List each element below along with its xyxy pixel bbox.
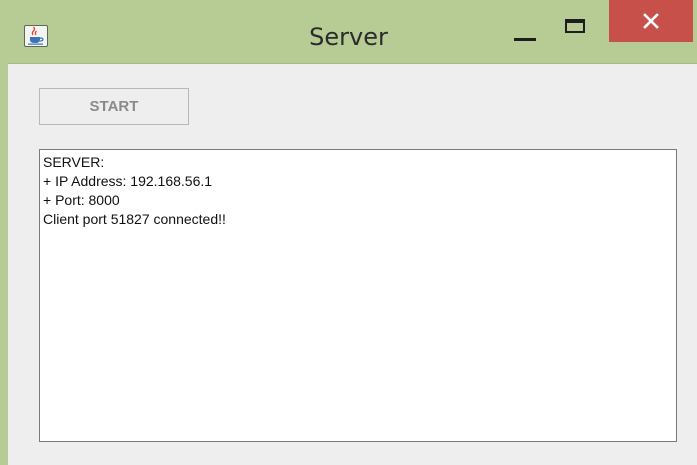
log-line: Client port 51827 connected!!	[43, 211, 226, 227]
log-lines: SERVER: + IP Address: 192.168.56.1 + Port:…	[43, 153, 226, 229]
log-line: + IP Address: 192.168.56.1	[43, 173, 213, 189]
log-text-area[interactable]: SERVER: + IP Address: 192.168.56.1 + Port:…	[39, 149, 677, 442]
start-button[interactable]: START	[39, 88, 189, 125]
maximize-button[interactable]	[556, 14, 600, 44]
close-button[interactable]	[609, 0, 693, 42]
log-line: + Port: 8000	[43, 192, 120, 208]
log-line: SERVER:	[43, 154, 105, 170]
close-icon	[643, 13, 659, 29]
java-coffee-cup-icon[interactable]	[24, 25, 48, 47]
minimize-button[interactable]	[506, 20, 550, 50]
content-pane: START SERVER: + IP Address: 192.168.56.1 +…	[8, 63, 697, 465]
java-coffee-cup-icon-glyph	[28, 26, 44, 45]
server-window: Server START SERVER: + IP Address: 192.16…	[0, 0, 697, 465]
maximize-icon	[565, 19, 585, 33]
minimize-icon	[514, 38, 536, 41]
title-bar[interactable]: Server	[0, 0, 697, 63]
